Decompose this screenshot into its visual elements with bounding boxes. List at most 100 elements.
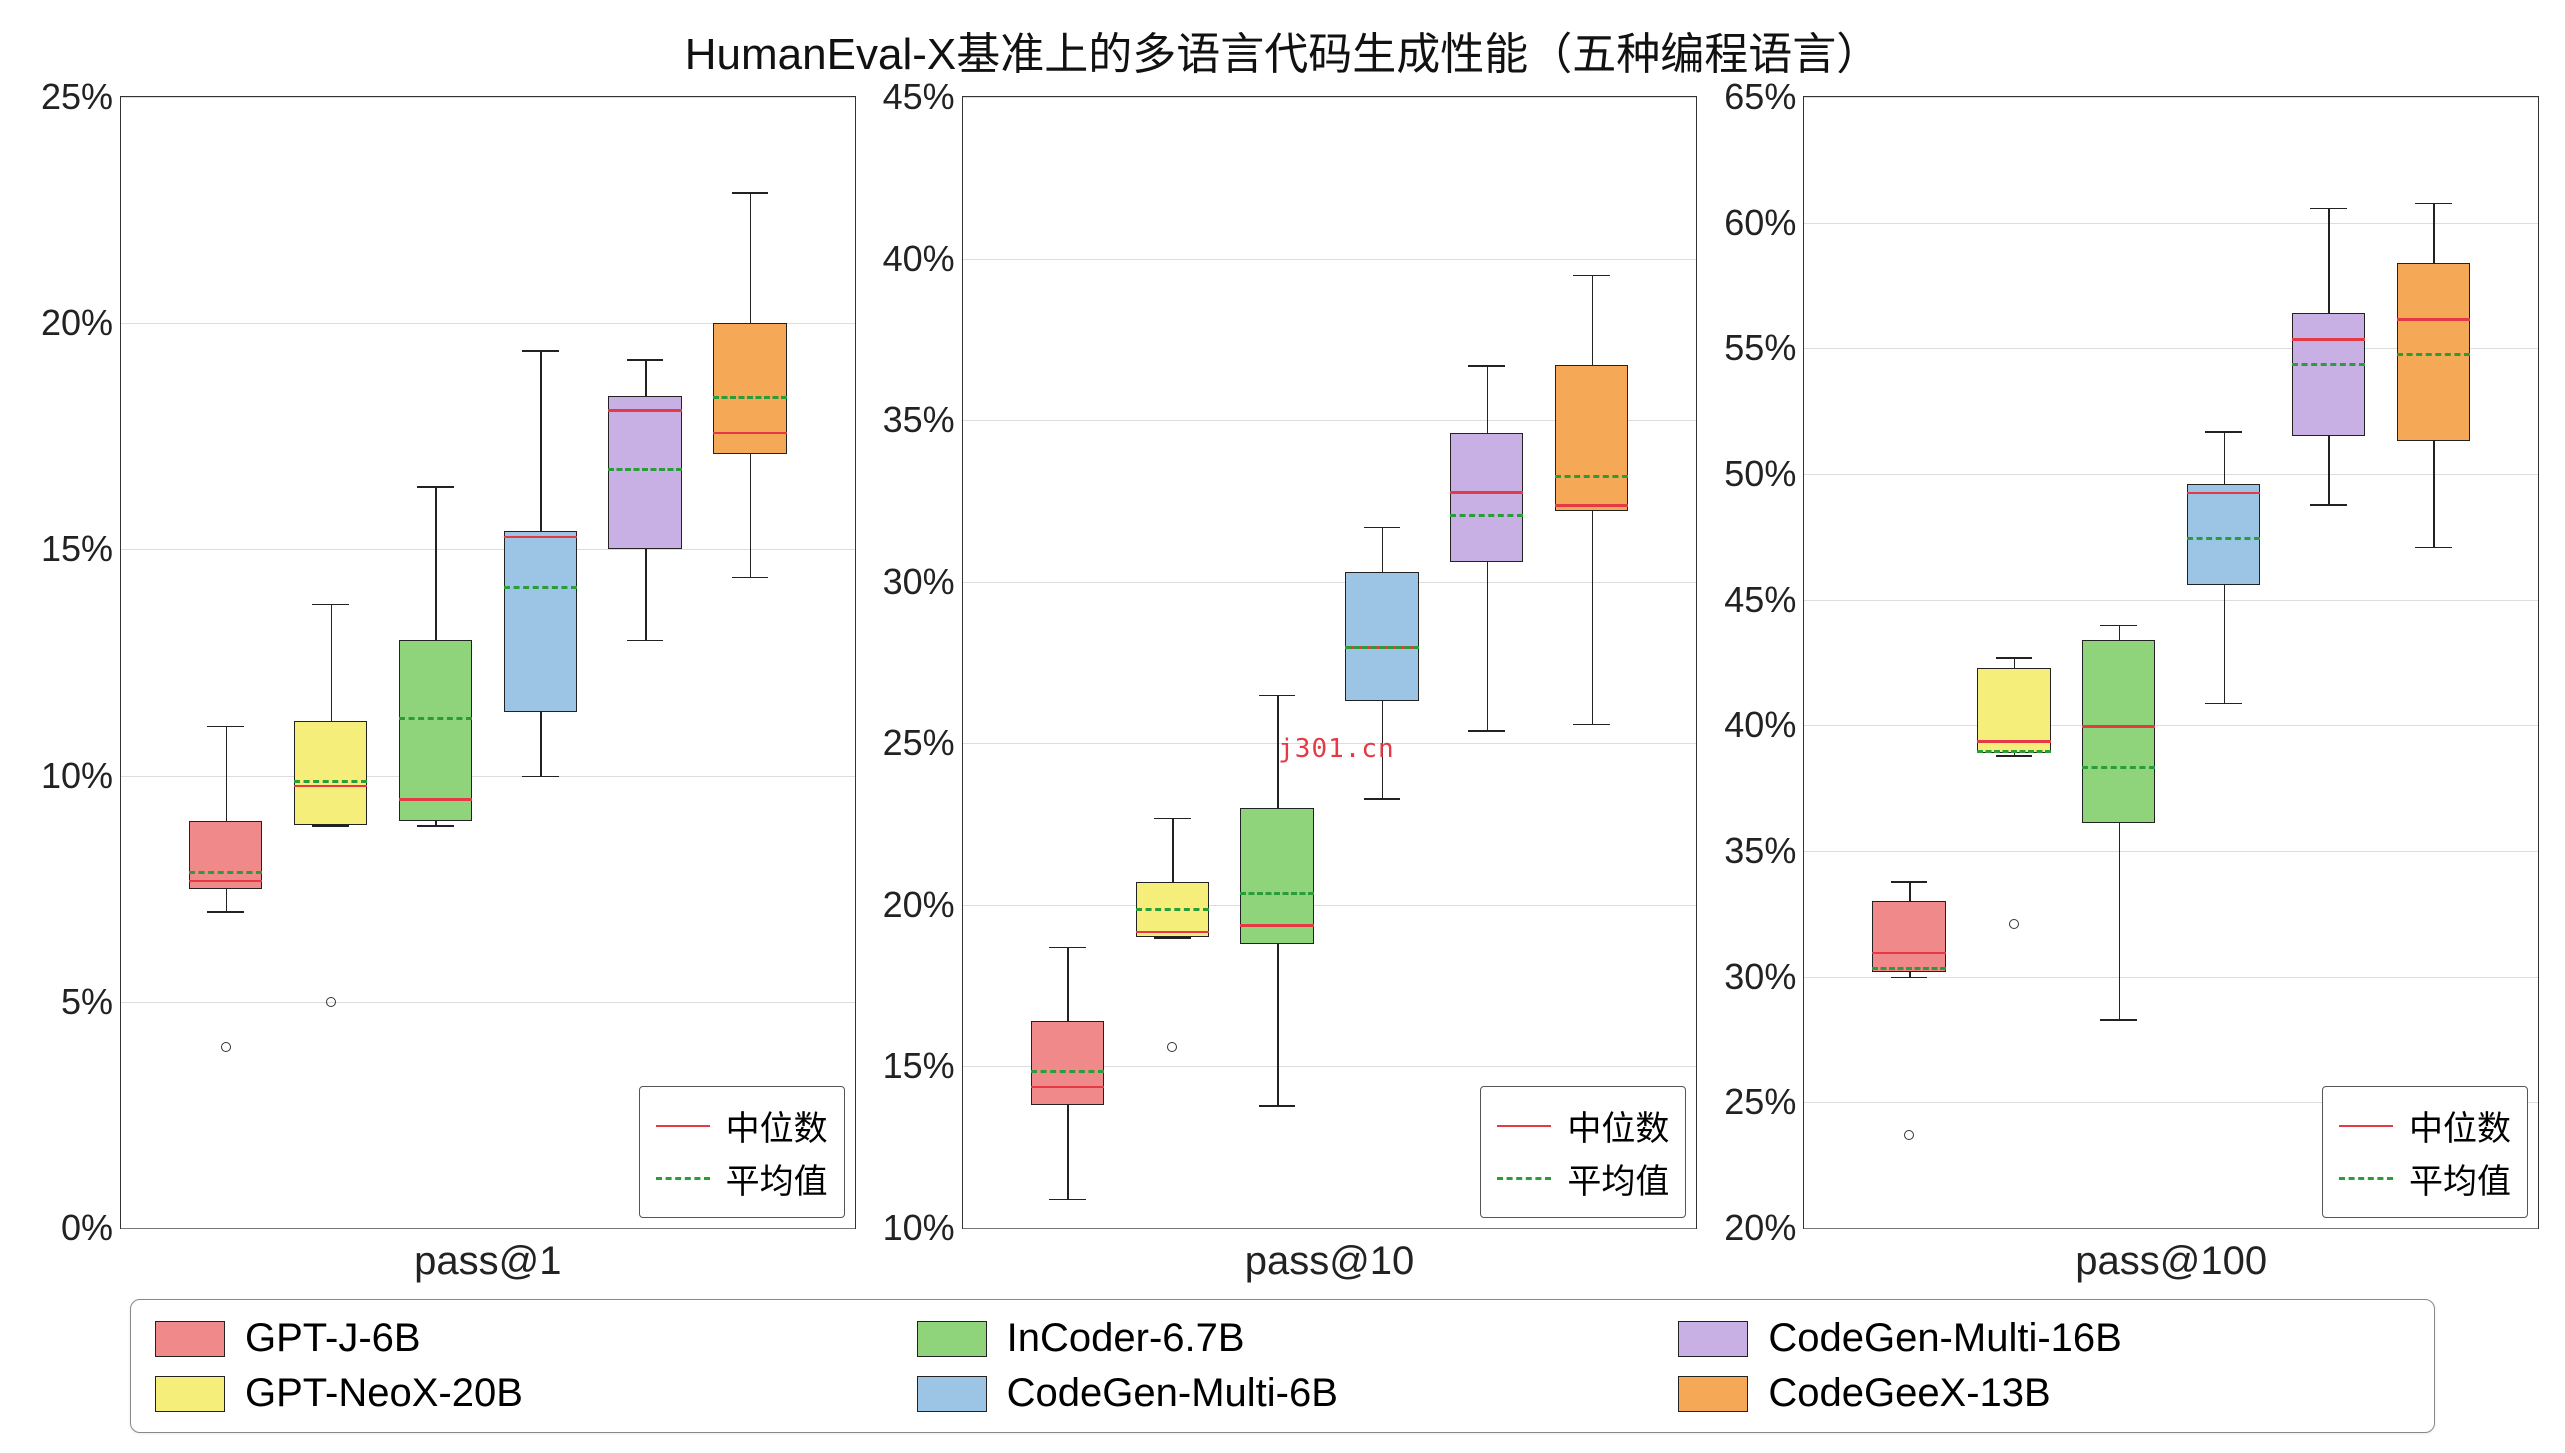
grid-line xyxy=(121,1228,855,1229)
grid-line xyxy=(963,1228,1697,1229)
median-line xyxy=(2082,725,2155,728)
whisker-cap xyxy=(2310,504,2347,506)
legend-row-mean: 平均值 xyxy=(656,1154,828,1203)
whisker-cap xyxy=(1996,657,2033,659)
mean-line xyxy=(504,586,577,589)
y-tick-label: 45% xyxy=(863,76,955,118)
y-tick-label: 30% xyxy=(863,561,955,603)
whisker-cap xyxy=(1573,275,1610,277)
legend-label: GPT-NeoX-20B xyxy=(245,1371,523,1416)
box-GPT-NeoX-20B xyxy=(294,721,367,825)
whisker-cap xyxy=(312,825,349,827)
whisker-cap xyxy=(522,350,559,352)
mean-line xyxy=(2187,537,2260,540)
whisker-cap xyxy=(1259,695,1296,697)
box-InCoder-6.7B xyxy=(399,640,472,821)
legend-label: 平均值 xyxy=(726,1154,828,1203)
y-tick-label: 10% xyxy=(863,1207,955,1249)
outlier xyxy=(1904,1130,1914,1140)
swatch xyxy=(155,1321,225,1357)
outlier xyxy=(221,1042,231,1052)
whisker-cap xyxy=(1049,947,1086,949)
swatch xyxy=(155,1376,225,1412)
mean-line xyxy=(1345,646,1418,649)
legend-label: CodeGeeX-13B xyxy=(1768,1371,2050,1416)
y-tick-label: 60% xyxy=(1704,202,1796,244)
x-label: pass@1 xyxy=(121,1239,855,1284)
whisker-cap xyxy=(627,640,664,642)
legend-label: 平均值 xyxy=(2409,1154,2511,1203)
grid-line xyxy=(963,259,1697,260)
y-tick-label: 65% xyxy=(1704,76,1796,118)
box-CodeGeeX-13B xyxy=(1555,365,1628,510)
inset-legend: 中位数平均值 xyxy=(1480,1086,1686,1218)
whisker-cap xyxy=(2100,1019,2137,1021)
whisker-cap xyxy=(1154,937,1191,939)
median-line xyxy=(2292,338,2365,341)
panel-row: 0%5%10%15%20%25%pass@1中位数平均值10%15%20%25%… xyxy=(10,86,2555,1299)
x-label: pass@10 xyxy=(963,1239,1697,1284)
mean-sample xyxy=(1497,1177,1551,1180)
y-tick-label: 20% xyxy=(863,884,955,926)
outlier xyxy=(1167,1042,1177,1052)
whisker-cap xyxy=(417,825,454,827)
grid-line xyxy=(1804,97,2538,98)
grid-line xyxy=(121,97,855,98)
grid-line xyxy=(121,1002,855,1003)
mean-line xyxy=(1555,475,1628,478)
median-line xyxy=(399,798,472,801)
box-GPT-J-6B xyxy=(189,821,262,889)
mean-line xyxy=(608,468,681,471)
whisker-cap xyxy=(207,726,244,728)
whisker-cap xyxy=(207,911,244,913)
grid-line xyxy=(121,776,855,777)
whisker-cap xyxy=(2415,203,2452,205)
model-legend: GPT-J-6BInCoder-6.7BCodeGen-Multi-16BGPT… xyxy=(130,1299,2435,1433)
box-CodeGen-Multi-16B xyxy=(1450,433,1523,562)
median-line xyxy=(2187,492,2260,495)
mean-line xyxy=(1240,892,1313,895)
legend-item-InCoder-6.7B: InCoder-6.7B xyxy=(917,1316,1649,1361)
legend-label: InCoder-6.7B xyxy=(1007,1316,1245,1361)
median-line xyxy=(2397,318,2470,321)
grid-line xyxy=(963,582,1697,583)
whisker-cap xyxy=(1468,730,1505,732)
grid-line xyxy=(1804,1228,2538,1229)
mean-line xyxy=(189,871,262,874)
whisker-cap xyxy=(1364,798,1401,800)
legend-label: 中位数 xyxy=(2409,1101,2511,1150)
whisker-cap xyxy=(1049,1199,1086,1201)
y-tick-label: 0% xyxy=(21,1207,113,1249)
y-tick-label: 25% xyxy=(21,76,113,118)
mean-line xyxy=(1977,750,2050,753)
box-GPT-J-6B xyxy=(1872,901,1945,971)
grid-line xyxy=(1804,223,2538,224)
median-line xyxy=(1450,491,1523,494)
legend-label: CodeGen-Multi-6B xyxy=(1007,1371,1338,1416)
mean-line xyxy=(1872,967,1945,970)
median-sample xyxy=(2339,1125,2393,1127)
y-tick-label: 55% xyxy=(1704,327,1796,369)
legend-row-median: 中位数 xyxy=(656,1101,828,1150)
mean-line xyxy=(713,396,786,399)
median-sample xyxy=(1497,1125,1551,1127)
box-GPT-J-6B xyxy=(1031,1021,1104,1105)
mean-sample xyxy=(656,1177,710,1180)
outlier xyxy=(2009,919,2019,929)
median-line xyxy=(1872,952,1945,955)
legend-item-CodeGeeX-13B: CodeGeeX-13B xyxy=(1678,1371,2410,1416)
whisker-cap xyxy=(732,577,769,579)
panel-pass100: 20%25%30%35%40%45%50%55%60%65%pass@100中位… xyxy=(1803,96,2539,1229)
legend-label: 平均值 xyxy=(1567,1154,1669,1203)
median-line xyxy=(1136,931,1209,934)
y-tick-label: 35% xyxy=(1704,830,1796,872)
box-InCoder-6.7B xyxy=(2082,640,2155,823)
panel-pass10: 10%15%20%25%30%35%40%45%pass@10中位数平均值j30… xyxy=(962,96,1698,1229)
legend-item-CodeGen-Multi-6B: CodeGen-Multi-6B xyxy=(917,1371,1649,1416)
legend-row-mean: 平均值 xyxy=(1497,1154,1669,1203)
box-CodeGen-Multi-16B xyxy=(2292,313,2365,436)
grid-line xyxy=(1804,600,2538,601)
panel-pass1: 0%5%10%15%20%25%pass@1中位数平均值 xyxy=(120,96,856,1229)
y-tick-label: 5% xyxy=(21,981,113,1023)
mean-line xyxy=(294,780,367,783)
